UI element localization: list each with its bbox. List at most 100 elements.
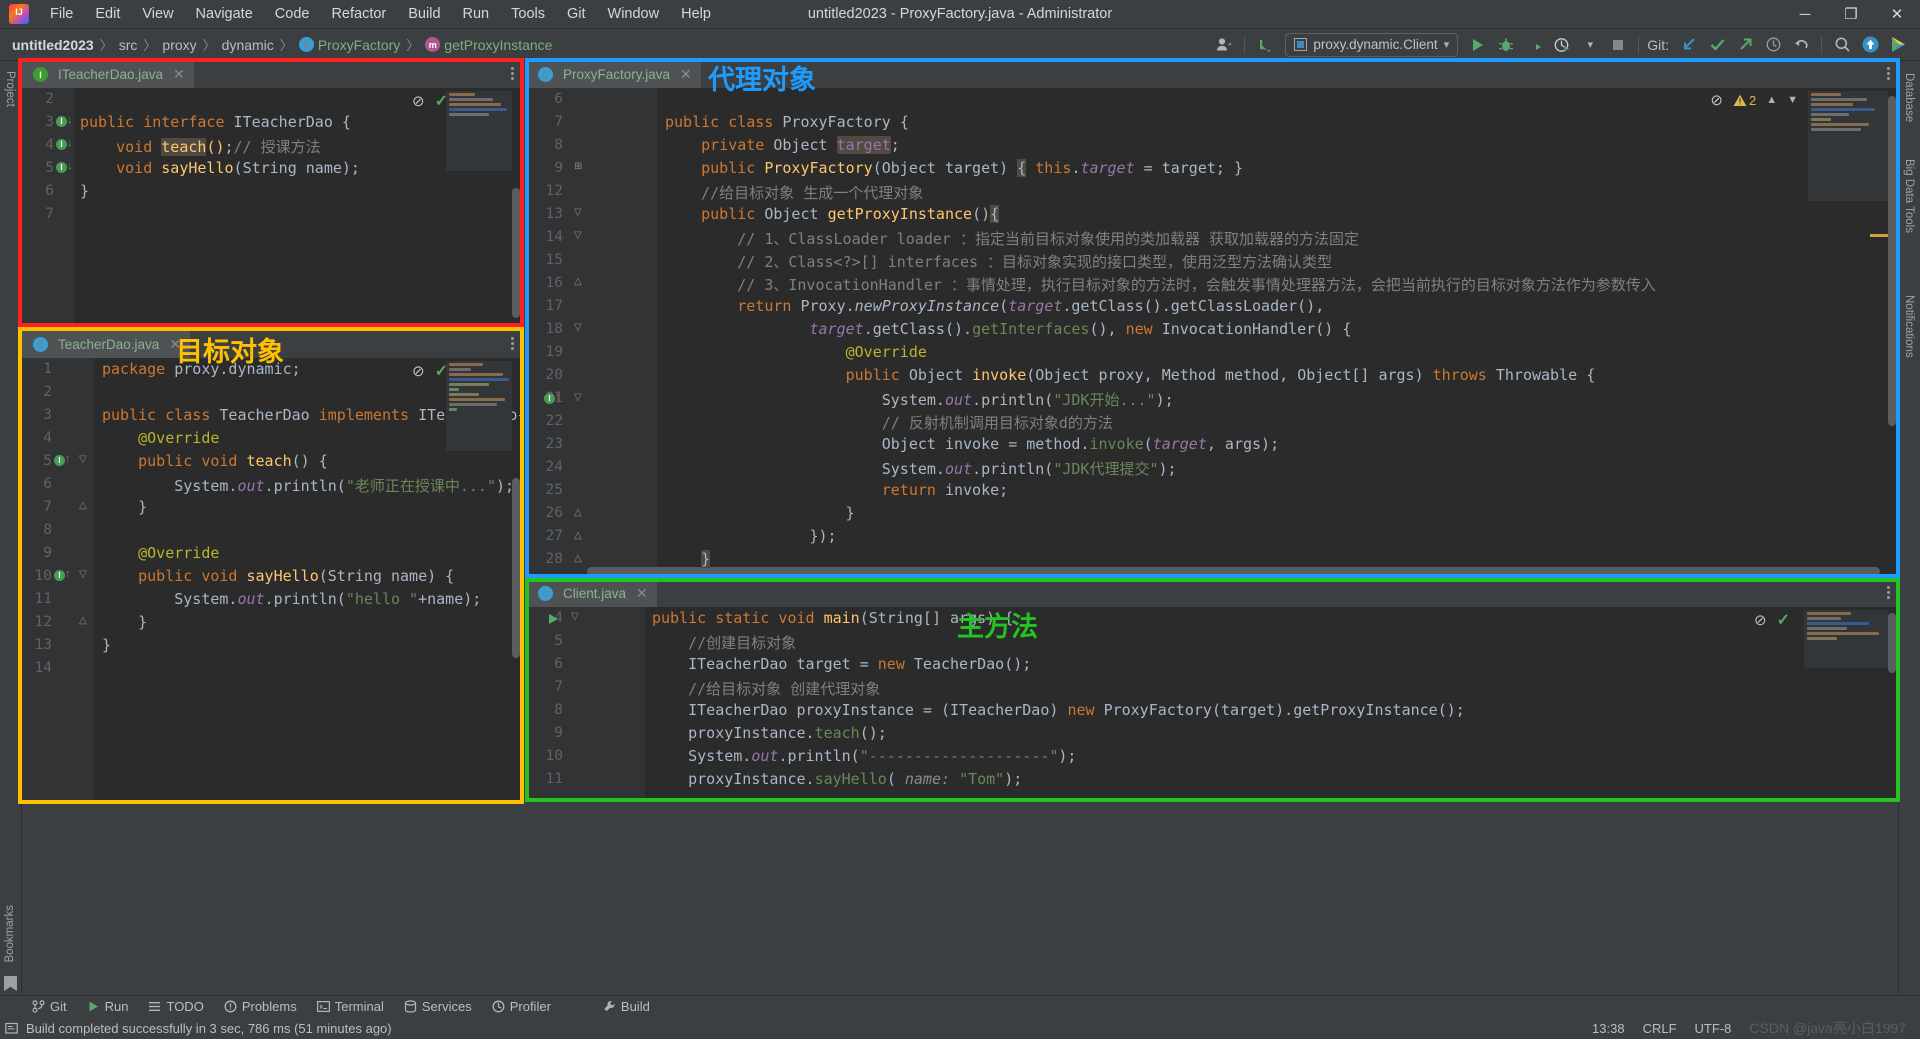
- tool-tab-run[interactable]: Run: [77, 996, 139, 1018]
- profiler-icon[interactable]: [1551, 33, 1573, 57]
- run-gutter-icon[interactable]: [549, 614, 558, 624]
- git-push-icon[interactable]: [1734, 33, 1756, 57]
- code-line[interactable]: target.getClass().getInterfaces(), new I…: [665, 320, 1352, 338]
- tool-tab-terminal[interactable]: Terminal: [307, 996, 394, 1018]
- code-minimap[interactable]: [446, 361, 512, 451]
- code-line[interactable]: }: [665, 504, 855, 522]
- fold-icon[interactable]: △: [574, 276, 582, 287]
- tool-window-bookmarks[interactable]: Bookmarks: [4, 899, 16, 969]
- warning-badge[interactable]: 2: [1733, 93, 1756, 108]
- code-line[interactable]: public ProxyFactory(Object target) { thi…: [665, 159, 1243, 177]
- updates-arrow-icon[interactable]: [1254, 33, 1276, 57]
- fold-icon[interactable]: ▽: [574, 230, 582, 241]
- implemented-gutter-icon[interactable]: I: [56, 139, 67, 150]
- more-options-icon[interactable]: [1887, 65, 1890, 82]
- stop-icon[interactable]: [1607, 33, 1629, 57]
- fold-icon[interactable]: ▽: [79, 454, 87, 465]
- implemented-gutter-icon[interactable]: I: [56, 162, 67, 173]
- menu-git[interactable]: Git: [556, 3, 597, 25]
- code-line[interactable]: // 1、ClassLoader loader ：指定当前目标对象使用的类加载器…: [665, 228, 1359, 249]
- tab-teacherdao[interactable]: C TeacherDao.java ✕: [22, 331, 191, 358]
- inspections-ok-icon[interactable]: ✓: [1777, 610, 1790, 630]
- code-line[interactable]: System.out.println("JDK代理提交");: [665, 458, 1177, 479]
- vertical-scrollbar[interactable]: [512, 188, 520, 318]
- code-line[interactable]: }: [80, 182, 89, 200]
- code-line[interactable]: //给目标对象 生成一个代理对象: [665, 182, 923, 203]
- editor-pane-iteacherdao[interactable]: I ITeacherDao.java ✕ ⊘ ✓ 2 3 4 5 6 7 I ↓…: [22, 61, 522, 323]
- editor-pane-proxyfactory[interactable]: C ProxyFactory.java ✕ ⊘ 2 ▲ ▼ 6 7 8 9 12…: [527, 61, 1898, 579]
- editor-pane-client[interactable]: C Client.java ✕ ⊘ ✓ 4 5 6 7 8 9 10 11 ▽: [527, 580, 1898, 800]
- fold-icon[interactable]: ▽: [574, 322, 582, 333]
- code-line[interactable]: }: [102, 498, 147, 516]
- reader-mode-icon[interactable]: ⊘: [412, 362, 425, 380]
- code-line[interactable]: void teach();// 授课方法: [80, 136, 321, 157]
- code-line[interactable]: void sayHello(String name);: [80, 159, 360, 177]
- code-line[interactable]: public void sayHello(String name) {: [102, 567, 454, 585]
- menu-run[interactable]: Run: [452, 3, 501, 25]
- code-minimap[interactable]: [1808, 91, 1888, 201]
- menu-view[interactable]: View: [131, 3, 184, 25]
- implemented-gutter-icon[interactable]: I: [56, 116, 67, 127]
- run-with-coverage-icon[interactable]: [1523, 33, 1545, 57]
- chevron-up-icon[interactable]: ▲: [1766, 94, 1777, 106]
- horizontal-scrollbar[interactable]: [587, 567, 1880, 576]
- tool-tab-problems[interactable]: Problems: [214, 996, 307, 1018]
- tool-window-database[interactable]: Database: [1903, 67, 1915, 128]
- git-update-project-icon[interactable]: [1678, 33, 1700, 57]
- code-line[interactable]: private Object target;: [665, 136, 900, 154]
- tool-tab-profiler[interactable]: Profiler: [482, 996, 561, 1018]
- tab-proxyfactory[interactable]: C ProxyFactory.java ✕: [527, 61, 701, 88]
- tool-window-bigdatatools[interactable]: Big Data Tools: [1903, 153, 1915, 239]
- status-encoding[interactable]: UTF-8: [1695, 1021, 1732, 1036]
- fold-icon[interactable]: ⊞: [574, 161, 582, 172]
- ide-feature-icon[interactable]: [1887, 33, 1909, 57]
- tool-tab-build[interactable]: Build: [593, 996, 660, 1018]
- breadcrumb-dynamic[interactable]: dynamic: [222, 37, 274, 53]
- menu-window[interactable]: Window: [597, 3, 671, 25]
- code-line[interactable]: // 反射机制调用目标对象d的方法: [665, 412, 1113, 433]
- tool-tab-services[interactable]: Services: [394, 996, 482, 1018]
- fold-icon[interactable]: △: [574, 507, 582, 518]
- user-avatar-icon[interactable]: [1213, 33, 1235, 57]
- chevron-down-icon[interactable]: ▼: [1787, 94, 1798, 106]
- tool-window-notifications[interactable]: Notifications: [1903, 289, 1915, 364]
- code-area[interactable]: ⊘ 2 ▲ ▼ 6 7 8 9 12 13 14 15 16 17 18 19 …: [527, 88, 1898, 579]
- breadcrumb-class[interactable]: ProxyFactory: [318, 37, 400, 53]
- reader-mode-icon[interactable]: ⊘: [412, 92, 425, 110]
- fold-icon[interactable]: △: [79, 500, 87, 511]
- git-history-icon[interactable]: [1762, 33, 1784, 57]
- debug-icon[interactable]: [1495, 33, 1517, 57]
- code-line[interactable]: ITeacherDao target = new TeacherDao();: [652, 655, 1031, 673]
- menu-refactor[interactable]: Refactor: [320, 3, 397, 25]
- run-icon[interactable]: [1467, 33, 1489, 57]
- inspections-ok-icon[interactable]: ✓: [435, 361, 448, 381]
- code-line[interactable]: //创建目标对象: [652, 632, 796, 653]
- menu-build[interactable]: Build: [397, 3, 451, 25]
- warning-stripe[interactable]: [1870, 234, 1888, 237]
- code-line[interactable]: Object invoke = method.invoke(target, ar…: [665, 435, 1279, 453]
- menu-code[interactable]: Code: [264, 3, 321, 25]
- vertical-scrollbar[interactable]: [1888, 96, 1896, 426]
- close-icon[interactable]: ✕: [173, 66, 185, 83]
- reader-mode-icon[interactable]: ⊘: [1710, 91, 1723, 109]
- tab-client[interactable]: C Client.java ✕: [527, 580, 657, 607]
- code-line[interactable]: });: [665, 527, 836, 545]
- more-options-icon[interactable]: [511, 335, 514, 352]
- breadcrumb-src[interactable]: src: [119, 37, 138, 53]
- more-options-icon[interactable]: [511, 65, 514, 82]
- fold-icon[interactable]: ▽: [79, 569, 87, 580]
- code-line[interactable]: ITeacherDao proxyInstance = (ITeacherDao…: [652, 701, 1465, 719]
- run-configuration-selector[interactable]: proxy.dynamic.Client ▾: [1285, 32, 1459, 57]
- code-line[interactable]: System.out.println("--------------------…: [652, 747, 1076, 765]
- code-line[interactable]: }: [665, 550, 711, 568]
- code-line[interactable]: @Override: [665, 343, 927, 361]
- fold-icon[interactable]: ▽: [571, 611, 579, 622]
- minimize-button[interactable]: ─: [1782, 0, 1828, 29]
- override-gutter-icon[interactable]: I: [544, 393, 555, 404]
- code-line[interactable]: }: [102, 636, 111, 654]
- code-line[interactable]: // 2、Class<?>[] interfaces ：目标对象实现的接口类型，…: [665, 251, 1332, 272]
- fold-icon[interactable]: ▽: [574, 392, 582, 403]
- code-line[interactable]: // 3、InvocationHandler ：事情处理，执行目标对象的方法时，…: [665, 274, 1656, 295]
- menu-navigate[interactable]: Navigate: [185, 3, 264, 25]
- vertical-scrollbar[interactable]: [1888, 613, 1896, 673]
